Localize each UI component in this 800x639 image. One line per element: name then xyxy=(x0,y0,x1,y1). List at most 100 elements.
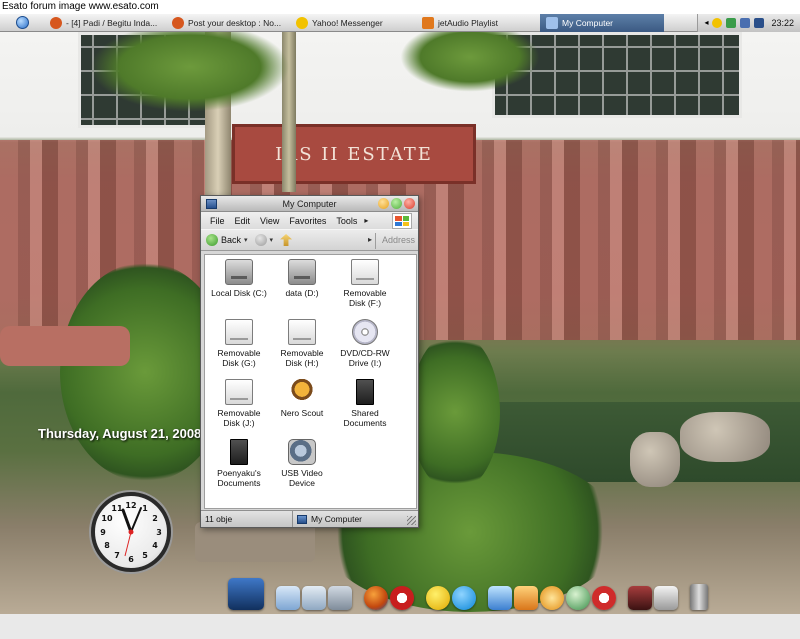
volume-tray-icon[interactable] xyxy=(740,17,751,28)
stone-3 xyxy=(0,326,130,366)
display-tray-icon[interactable] xyxy=(754,17,765,28)
status-bar: 11 obje My Computer xyxy=(201,510,418,527)
item-user-documents[interactable]: Poenyaku's Documents xyxy=(209,439,269,495)
skype-icon[interactable] xyxy=(452,586,476,610)
forward-button[interactable] xyxy=(254,234,267,246)
item-label: USB Video Device xyxy=(281,468,323,488)
maximize-button[interactable] xyxy=(391,198,402,209)
recycle-bin-icon[interactable] xyxy=(690,584,708,610)
item-label: Removable Disk (H:) xyxy=(280,348,324,368)
removable-disk-icon xyxy=(351,259,379,285)
item-label: Removable Disk (F:) xyxy=(343,288,387,308)
item-label: Poenyaku's Documents xyxy=(217,468,261,488)
item-removable-h[interactable]: Removable Disk (H:) xyxy=(272,319,332,375)
network-tray-icon[interactable] xyxy=(726,17,737,28)
back-button[interactable]: Back xyxy=(206,234,241,246)
menu-file[interactable]: File xyxy=(205,216,230,226)
system-tray: ◂ 23:22 xyxy=(697,13,800,32)
menu-bar: File Edit View Favorites Tools ▸ xyxy=(201,212,418,229)
svg-text:4: 4 xyxy=(152,541,158,550)
hard-drive-icon xyxy=(225,259,253,285)
firefox-icon[interactable] xyxy=(364,586,388,610)
menu-favorites[interactable]: Favorites xyxy=(284,216,331,226)
game-icon[interactable] xyxy=(628,586,652,610)
jetaudio-icon[interactable] xyxy=(514,586,538,610)
address-bar-label[interactable]: Address xyxy=(382,235,415,245)
taskbar-item-my-computer[interactable]: My Computer xyxy=(540,13,664,32)
svg-text:12: 12 xyxy=(125,501,136,510)
svg-text:1: 1 xyxy=(142,504,148,513)
taskbar-item-post-desktop[interactable]: Post your desktop : No... xyxy=(166,15,290,31)
folder-icon[interactable] xyxy=(328,586,352,610)
nero-icon[interactable] xyxy=(540,586,564,610)
counter-strike-icon[interactable] xyxy=(654,586,678,610)
folder-icon[interactable] xyxy=(302,586,326,610)
task-label: Yahoo! Messenger xyxy=(312,17,383,28)
up-folder-icon[interactable] xyxy=(280,234,293,246)
close-button[interactable] xyxy=(404,198,415,209)
forward-dropdown-icon[interactable]: ▾ xyxy=(270,236,274,244)
rocketdock xyxy=(228,574,718,610)
removable-disk-icon xyxy=(225,319,253,345)
item-dvd-cdrw-i[interactable]: DVD/CD-RW Drive (I:) xyxy=(335,319,395,375)
opera-icon[interactable] xyxy=(592,586,616,610)
item-removable-j[interactable]: Removable Disk (J:) xyxy=(209,379,269,435)
bush-right xyxy=(410,332,500,492)
estate-sign: IAS II ESTATE xyxy=(232,124,476,184)
media-player-icon[interactable] xyxy=(566,586,590,610)
taskbar-item-jetaudio[interactable]: jetAudio Playlist xyxy=(416,15,540,31)
opera-icon[interactable] xyxy=(390,586,414,610)
status-object-count: 11 obje xyxy=(201,511,293,527)
svg-text:11: 11 xyxy=(111,504,123,513)
svg-text:3: 3 xyxy=(156,528,162,537)
item-removable-f[interactable]: Removable Disk (F:) xyxy=(335,259,395,315)
my-computer-window[interactable]: My Computer File Edit View Favorites Too… xyxy=(200,195,419,528)
webcam-icon xyxy=(288,439,316,465)
tray-arrow-icon[interactable]: ◂ xyxy=(704,18,708,27)
menu-overflow-chevron-icon[interactable]: ▸ xyxy=(364,216,368,225)
item-label: Nero Scout xyxy=(280,408,324,418)
menu-view[interactable]: View xyxy=(255,216,284,226)
task-label: My Computer xyxy=(562,17,614,28)
back-dropdown-icon[interactable]: ▾ xyxy=(244,236,248,244)
minimize-button[interactable] xyxy=(378,198,389,209)
item-nero-scout[interactable]: Nero Scout xyxy=(272,379,332,435)
item-shared-documents[interactable]: Shared Documents xyxy=(335,379,395,435)
menu-tools[interactable]: Tools xyxy=(331,216,362,226)
status-location-label: My Computer xyxy=(311,514,363,524)
item-local-disk-c[interactable]: Local Disk (C:) xyxy=(209,259,269,315)
yahoo-messenger-icon[interactable] xyxy=(426,586,450,610)
toolbar: Back ▾ ▾ ▸ Address xyxy=(201,229,418,251)
item-label: Local Disk (C:) xyxy=(211,288,267,298)
folder-icon[interactable] xyxy=(276,586,300,610)
monitor-icon[interactable] xyxy=(228,578,264,610)
menu-edit[interactable]: Edit xyxy=(230,216,256,226)
item-usb-video-device[interactable]: USB Video Device xyxy=(272,439,332,495)
documents-folder-icon xyxy=(230,439,248,465)
svg-text:9: 9 xyxy=(100,528,106,537)
back-arrow-icon xyxy=(206,234,218,246)
analog-clock-widget: 12 1 2 345 678 9 10 11 xyxy=(91,492,171,572)
toolbar-overflow-chevron-icon[interactable]: ▸ xyxy=(368,235,372,244)
hard-drive-icon xyxy=(288,259,316,285)
itunes-icon[interactable] xyxy=(488,586,512,610)
status-location: My Computer xyxy=(293,514,362,524)
estate-sign-text: IAS II ESTATE xyxy=(275,143,433,165)
yahoo-tray-icon[interactable] xyxy=(712,17,723,28)
resize-grip-icon[interactable] xyxy=(407,516,416,525)
task-label: Post your desktop : No... xyxy=(188,17,282,28)
taskbar-item-padi[interactable]: - [4] Padi / Begitu Inda... xyxy=(44,15,166,31)
tray-clock[interactable]: 23:22 xyxy=(771,18,794,28)
start-orb-icon xyxy=(15,16,29,29)
window-titlebar[interactable]: My Computer xyxy=(201,196,418,212)
svg-text:7: 7 xyxy=(114,551,120,560)
file-view[interactable]: Local Disk (C:) data (D:) Removable Disk… xyxy=(204,254,417,509)
cd-drive-icon xyxy=(352,319,378,345)
start-button[interactable] xyxy=(0,14,44,32)
firefox-icon xyxy=(172,16,184,29)
taskbar-item-yahoo[interactable]: Yahoo! Messenger xyxy=(290,15,416,31)
svg-text:6: 6 xyxy=(128,555,134,564)
task-label: jetAudio Playlist xyxy=(438,17,499,28)
item-removable-g[interactable]: Removable Disk (G:) xyxy=(209,319,269,375)
item-data-d[interactable]: data (D:) xyxy=(272,259,332,315)
